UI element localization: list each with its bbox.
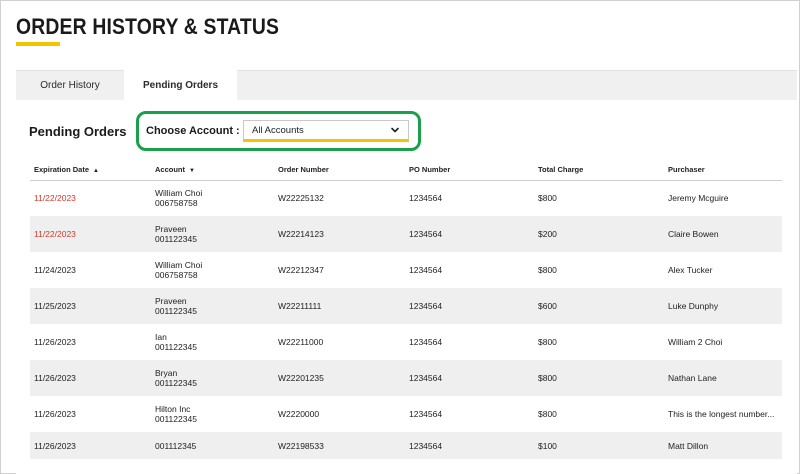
account-name: Bryan [155,368,178,378]
order-number: W22211111 [274,288,405,324]
expiration-date: 11/26/2023 [30,360,151,396]
po-number: 1234564 [409,193,443,204]
section-title: Pending Orders [29,124,127,139]
po-number: 1234564 [409,265,443,275]
purchaser-truncated: This is the longest number... [668,409,775,419]
account-name: William Choi [155,260,203,270]
account-cell: Ian 001122345 [151,324,274,360]
purchaser: Alex Tucker [668,265,713,275]
table-header-row: Expiration Date ▲ Account ▼ Order Number P… [30,160,782,181]
account-name: Praveen [155,224,187,234]
table-row[interactable]: 11/24/2023 William Choi 006758758 W222123… [30,252,782,288]
table-row[interactable]: 11/22/2023 William Choi 006758758 W222251… [30,180,782,216]
purchaser: This is the longest number... [664,396,782,432]
po-number: 1234564 [405,288,534,324]
total-charge: $800 [538,337,557,347]
po-number: 1234564 [409,409,443,419]
purchaser: Jeremy Mcguire [668,193,729,204]
account-cell: William Choi 006758758 [151,252,274,288]
account-id: 001122345 [155,414,197,424]
account-name: William Choi [155,188,203,199]
po-number: 1234564 [405,360,534,396]
account-cell: William Choi 006758758 [151,180,274,216]
order-number: W22225132 [278,193,324,204]
total-charge: $200 [534,216,664,252]
purchaser: Matt Dillon [664,432,782,459]
total-charge: $800 [538,265,557,275]
account-name: Ian [155,332,167,342]
header-order-number: Order Number [274,160,405,181]
account-cell: Praveen 001122345 [151,216,274,252]
title-underline [16,42,60,46]
table-row[interactable]: 11/26/2023 Hilton Inc 001122345 W2220000 … [30,396,782,432]
account-cell: 001112345 [151,432,274,459]
expiration-date: 11/25/2023 [30,288,151,324]
order-number: W22214123 [274,216,405,252]
table-row[interactable]: 11/26/2023 Ian 001122345 W22211000 123456… [30,324,782,360]
account-select-value: All Accounts [252,124,304,136]
expiration-date: 11/26/2023 [30,432,151,459]
table-row[interactable]: 11/26/2023 Bryan 001122345 W22201235 1234… [30,360,782,396]
account-name: Hilton Inc [155,404,191,414]
expiration-date: 11/22/2023 [34,193,76,204]
po-number: 1234564 [405,432,534,459]
expiration-date: 11/26/2023 [34,337,76,347]
table-row[interactable]: 11/25/2023 Praveen 001122345 W22211111 12… [30,288,782,324]
header-account[interactable]: Account ▼ [151,160,274,181]
purchaser: Claire Bowen [664,216,782,252]
table-row[interactable]: 11/26/2023 001112345 W22198533 1234564 $… [30,432,782,459]
account-cell: Praveen 001122345 [151,288,274,324]
order-number: W22201235 [274,360,405,396]
po-number: 1234564 [405,216,534,252]
total-charge: $800 [538,409,557,419]
pending-orders-table: Expiration Date ▲ Account ▼ Order Number P… [30,160,782,459]
account-name: Praveen [155,296,187,306]
expiration-date: 11/22/2023 [30,216,151,252]
po-number: 1234564 [409,337,443,347]
total-charge: $100 [534,432,664,459]
order-number: W22212347 [278,265,324,275]
sort-asc-icon: ▲ [93,168,99,175]
account-cell: Bryan 001122345 [151,360,274,396]
account-id: 001122345 [155,234,197,244]
purchaser: William 2 Choi [668,337,723,347]
account-id: 001122345 [155,306,197,316]
header-total-charge: Total Charge [534,160,664,181]
header-purchaser: Purchaser [664,160,782,181]
order-number: W2220000 [278,409,320,419]
expiration-date: 11/26/2023 [34,409,76,419]
account-id: 006758758 [155,270,198,280]
account-id: 001122345 [155,378,197,388]
expiration-date: 11/24/2023 [34,265,76,275]
account-id: 001112345 [155,440,197,451]
tab-order-history[interactable]: Order History [16,70,124,101]
order-number: W22198533 [274,432,405,459]
account-cell: Hilton Inc 001122345 [151,396,274,432]
page-title: ORDER HISTORY & STATUS [16,14,280,39]
purchaser: Luke Dunphy [664,288,782,324]
account-select[interactable]: All Accounts [243,120,409,142]
purchaser: Nathan Lane [664,360,782,396]
choose-account-label: Choose Account : [146,125,240,137]
chevron-down-icon [391,127,399,133]
account-id: 006758758 [155,198,198,209]
order-number: W22211000 [278,337,324,347]
total-charge: $800 [534,360,664,396]
total-charge: $600 [534,288,664,324]
header-po-number: PO Number [405,160,534,181]
sort-desc-icon: ▼ [189,168,195,175]
header-expiration-date[interactable]: Expiration Date ▲ [30,160,151,181]
tab-pending-orders[interactable]: Pending Orders [124,70,237,101]
total-charge: $800 [538,193,557,204]
table-row[interactable]: 11/22/2023 Praveen 001122345 W22214123 12… [30,216,782,252]
account-id: 001122345 [155,342,197,352]
